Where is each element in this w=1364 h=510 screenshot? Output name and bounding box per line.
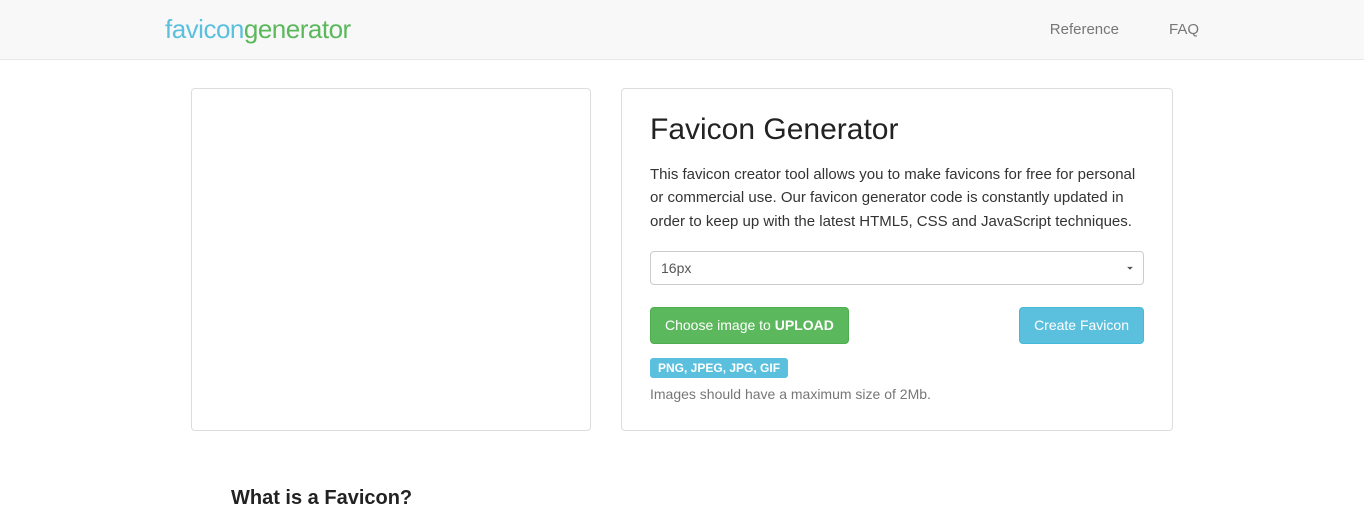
size-hint: Images should have a maximum size of 2Mb… [650, 386, 1144, 402]
create-favicon-button[interactable]: Create Favicon [1019, 307, 1144, 345]
navbar-inner: favicongenerator Reference FAQ [97, 14, 1267, 45]
brand-part-2: generator [244, 14, 351, 44]
nav-link-faq[interactable]: FAQ [1169, 21, 1199, 38]
what-is-heading: What is a Favicon? [231, 487, 1173, 510]
preview-panel [191, 88, 591, 431]
brand-part-1: favicon [165, 14, 244, 44]
upload-strong: UPLOAD [775, 317, 834, 333]
nav-link-reference[interactable]: Reference [1050, 21, 1119, 38]
upload-button[interactable]: Choose image to UPLOAD [650, 307, 849, 345]
nav-links: Reference FAQ [1050, 21, 1199, 38]
navbar: favicongenerator Reference FAQ [0, 0, 1364, 60]
panel-description: This favicon creator tool allows you to … [650, 163, 1144, 233]
panel-heading: Favicon Generator [650, 113, 1144, 147]
generator-panel: Favicon Generator This favicon creator t… [621, 88, 1173, 431]
formats-badge: PNG, JPEG, JPG, GIF [650, 358, 788, 378]
info-section: What is a Favicon? [97, 431, 1267, 510]
size-select[interactable]: 16px [650, 251, 1144, 285]
upload-prefix: Choose image to [665, 317, 775, 333]
main-container: Favicon Generator This favicon creator t… [97, 60, 1267, 431]
button-row: Choose image to UPLOAD Create Favicon [650, 307, 1144, 345]
brand-logo[interactable]: favicongenerator [165, 14, 351, 45]
